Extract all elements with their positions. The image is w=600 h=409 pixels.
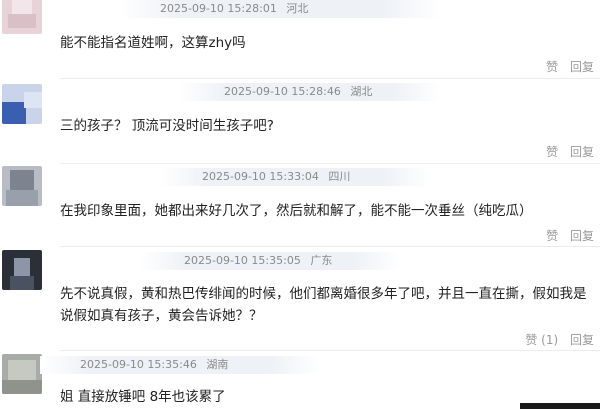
comment-text: 先不说真假，黄和热巴传绯闻的时候，他们都离婚很多年了吧，并且一直在撕，假如我是说… [60, 286, 587, 324]
avatar[interactable] [2, 166, 42, 206]
comment-timestamp: 2025-09-10 15:33:04 [202, 170, 319, 183]
comment-location: 广东 [310, 254, 333, 267]
comment-meta: 2025-09-10 15:28:46 湖北 [180, 83, 440, 101]
comment-meta: 2025-09-10 15:33:04 四川 [160, 168, 430, 186]
comment-actions: 赞 回复 [538, 227, 594, 244]
comment-actions: 赞 (1) 回复 [517, 331, 594, 348]
comment-text: 能不能指名道姓啊，这算zhy吗 [60, 35, 246, 51]
comment-text: 姐 直接放锤吧 8年也该累了 [60, 389, 226, 405]
divider [60, 350, 600, 351]
comment-timestamp: 2025-09-10 15:28:46 [224, 85, 341, 98]
comment-meta: 2025-09-10 15:35:46 湖南 [40, 356, 320, 374]
comment-text: 在我印象里面，她都出来好几次了，然后就和解了，能不能一次垂丝（纯吃瓜） [60, 203, 533, 219]
comment-timestamp: 2025-09-10 15:35:05 [184, 254, 301, 267]
comment-actions: 赞 回复 [538, 143, 594, 160]
avatar[interactable] [2, 354, 42, 394]
like-button[interactable]: 赞 [546, 229, 558, 243]
reply-button[interactable]: 回复 [570, 333, 594, 347]
comment-meta: 2025-09-10 15:28:01 河北 [120, 0, 440, 18]
divider [60, 163, 600, 164]
like-button[interactable]: 赞 [546, 145, 558, 159]
like-button[interactable]: 赞 [546, 60, 558, 74]
comment-meta: 2025-09-10 15:35:05 广东 [140, 252, 400, 270]
comment-text: 三的孩子？ 顶流可没时间生孩子吧? [60, 118, 274, 134]
avatar[interactable] [2, 250, 42, 290]
comment-actions: 赞 回复 [538, 58, 594, 75]
comment-timestamp: 2025-09-10 15:35:46 [80, 358, 197, 371]
divider [60, 78, 600, 79]
reply-button[interactable]: 回复 [570, 145, 594, 159]
divider [60, 246, 600, 247]
avatar[interactable] [2, 84, 42, 124]
comment-location: 河北 [286, 2, 309, 15]
comment-location: 湖南 [206, 358, 229, 371]
reply-button[interactable]: 回复 [570, 60, 594, 74]
comment-timestamp: 2025-09-10 15:28:01 [160, 2, 277, 15]
comment-location: 湖北 [350, 85, 373, 98]
reply-button[interactable]: 回复 [570, 229, 594, 243]
avatar[interactable] [2, 0, 42, 34]
overlay-corner [520, 403, 600, 409]
like-button[interactable]: 赞 (1) [525, 333, 558, 347]
comment-location: 四川 [328, 170, 351, 183]
